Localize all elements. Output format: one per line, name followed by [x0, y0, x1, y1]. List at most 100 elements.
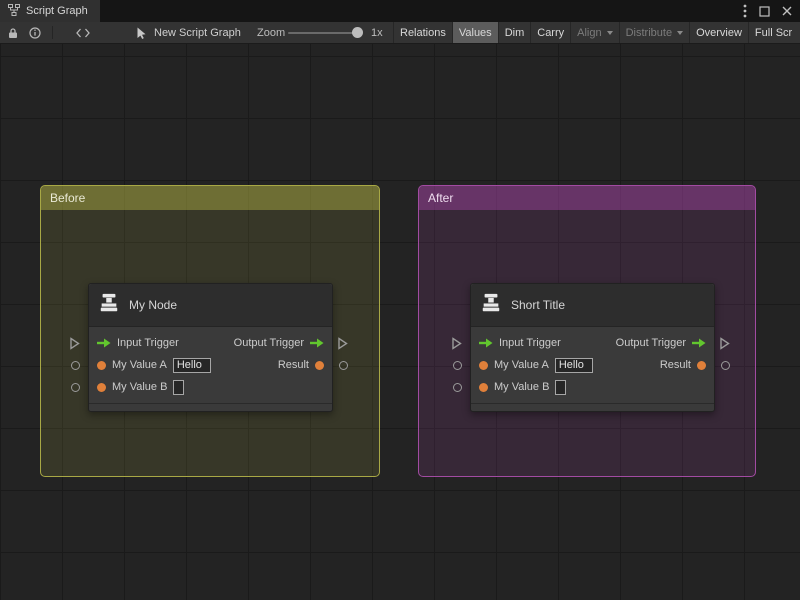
zoom-label: Zoom — [257, 26, 286, 39]
code-view-icon[interactable] — [72, 22, 94, 43]
value-port-icon — [315, 360, 324, 370]
distribute-label: Distribute — [625, 26, 673, 39]
group-before-title: Before — [50, 191, 86, 205]
node-short-title[interactable]: Short Title Input Trigger Output Trigger — [470, 283, 715, 412]
trigger-out-arrow-icon — [692, 338, 706, 348]
maximize-icon[interactable] — [759, 5, 770, 17]
value-port-icon — [697, 360, 706, 370]
zoom-value: 1x — [371, 26, 383, 39]
node-footer — [89, 403, 332, 411]
tab-script-graph[interactable]: Script Graph — [0, 0, 100, 22]
port-input-trigger[interactable]: Input Trigger — [97, 337, 179, 349]
group-after-title: After — [428, 191, 454, 205]
port-result[interactable]: Result — [278, 359, 324, 371]
value-a-input[interactable]: Hello — [172, 357, 211, 373]
trigger-in-arrow-icon — [97, 338, 111, 348]
node-row-triggers: Input Trigger Output Trigger — [89, 332, 332, 354]
port-label: My Value A — [494, 359, 549, 371]
values-button[interactable]: Values — [451, 22, 498, 43]
port-output-trigger[interactable]: Output Trigger — [234, 337, 324, 349]
node-row-value-a: My Value A Hello Result — [89, 354, 332, 376]
node-my-node[interactable]: My Node Input Trigger Output Trigger My … — [88, 283, 333, 412]
ext-value-a-port[interactable] — [453, 361, 462, 370]
port-label: Output Trigger — [233, 337, 304, 349]
node-icon — [480, 292, 502, 319]
ext-input-trigger-port[interactable] — [69, 337, 80, 350]
port-label: Input Trigger — [117, 337, 179, 349]
value-b-input[interactable] — [555, 379, 567, 395]
graph-pointer-icon — [135, 22, 149, 43]
port-my-value-b[interactable]: My Value B — [479, 379, 567, 395]
port-label: Input Trigger — [499, 337, 561, 349]
relations-button[interactable]: Relations — [393, 22, 452, 43]
value-port-icon — [479, 360, 488, 370]
group-before-header[interactable]: Before — [41, 186, 379, 210]
value-a-input[interactable]: Hello — [554, 357, 593, 373]
zoom-slider-track[interactable] — [288, 32, 360, 34]
trigger-in-arrow-icon — [479, 338, 493, 348]
port-output-trigger[interactable]: Output Trigger — [616, 337, 706, 349]
toolbar-buttons: Relations Values Dim Carry Align Distrib… — [393, 22, 800, 43]
port-label: My Value B — [112, 381, 168, 393]
graph-toolbar: New Script Graph Zoom 1x Relations Value… — [0, 22, 800, 44]
port-label: My Value B — [494, 381, 550, 393]
lock-icon[interactable] — [4, 22, 22, 43]
port-input-trigger[interactable]: Input Trigger — [479, 337, 561, 349]
chevron-down-icon — [606, 30, 613, 35]
node-body: Input Trigger Output Trigger My Value A … — [471, 327, 714, 398]
ext-result-port[interactable] — [339, 361, 348, 370]
node-body: Input Trigger Output Trigger My Value A … — [89, 327, 332, 398]
dim-button[interactable]: Dim — [497, 22, 531, 43]
node-title: Short Title — [511, 298, 566, 312]
ext-input-trigger-port[interactable] — [451, 337, 462, 350]
value-b-input[interactable] — [173, 379, 185, 395]
toolbar-divider — [52, 26, 53, 39]
node-row-value-b: My Value B — [89, 376, 332, 398]
port-result[interactable]: Result — [660, 359, 706, 371]
tab-bar: Script Graph — [0, 0, 800, 22]
port-my-value-a[interactable]: My Value A Hello — [97, 357, 211, 373]
menu-kebab-icon[interactable] — [743, 4, 747, 18]
value-port-icon — [479, 382, 488, 392]
script-graph-window: Script Graph New Script Graph Zoom 1x Re… — [0, 0, 800, 600]
zoom-slider-knob[interactable] — [352, 27, 363, 38]
fullscreen-button[interactable]: Full Scr — [747, 22, 798, 43]
close-icon[interactable] — [782, 6, 792, 16]
port-my-value-b[interactable]: My Value B — [97, 379, 185, 395]
ext-value-a-port[interactable] — [71, 361, 80, 370]
chevron-down-icon — [677, 30, 684, 35]
group-after-header[interactable]: After — [419, 186, 755, 210]
port-my-value-a[interactable]: My Value A Hello — [479, 357, 593, 373]
carry-button[interactable]: Carry — [530, 22, 570, 43]
graph-canvas[interactable]: Before After My Node Input Trigger Outpu… — [0, 44, 800, 600]
node-header[interactable]: Short Title — [471, 284, 714, 327]
node-row-value-a: My Value A Hello Result — [471, 354, 714, 376]
window-controls — [743, 0, 800, 22]
node-header[interactable]: My Node — [89, 284, 332, 327]
graph-name-label[interactable]: New Script Graph — [154, 22, 241, 43]
ext-output-trigger-port[interactable] — [337, 337, 348, 350]
port-label: My Value A — [112, 359, 167, 371]
ext-output-trigger-port[interactable] — [719, 337, 730, 350]
trigger-out-arrow-icon — [310, 338, 324, 348]
ext-result-port[interactable] — [721, 361, 730, 370]
distribute-dropdown[interactable]: Distribute — [618, 22, 689, 43]
tab-title: Script Graph — [26, 5, 88, 17]
node-footer — [471, 403, 714, 411]
align-dropdown[interactable]: Align — [570, 22, 618, 43]
ext-value-b-port[interactable] — [453, 383, 462, 392]
align-label: Align — [577, 26, 602, 39]
value-port-icon — [97, 382, 106, 392]
port-label: Result — [659, 359, 691, 371]
ext-value-b-port[interactable] — [71, 383, 80, 392]
node-row-value-b: My Value B — [471, 376, 714, 398]
node-title: My Node — [129, 298, 178, 312]
script-graph-tab-icon — [8, 3, 20, 19]
value-port-icon — [97, 360, 106, 370]
node-row-triggers: Input Trigger Output Trigger — [471, 332, 714, 354]
info-icon[interactable] — [26, 22, 44, 43]
port-label: Output Trigger — [615, 337, 686, 349]
port-label: Result — [277, 359, 309, 371]
overview-button[interactable]: Overview — [689, 22, 748, 43]
node-icon — [98, 292, 120, 319]
